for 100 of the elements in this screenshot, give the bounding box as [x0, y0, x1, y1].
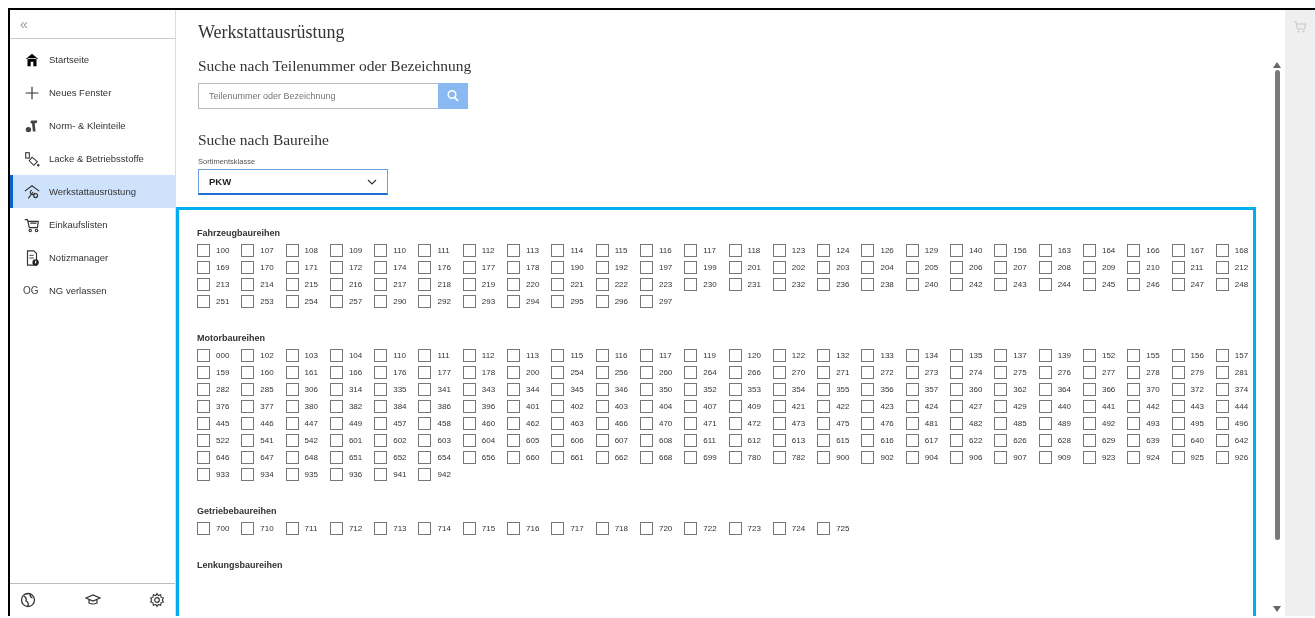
checkbox-option[interactable]: 472	[728, 416, 773, 431]
checkbox-option[interactable]: 170	[241, 260, 286, 275]
checkbox-option[interactable]: 133	[861, 348, 906, 363]
checkbox[interactable]	[950, 434, 964, 447]
checkbox-option[interactable]: 382	[329, 399, 375, 414]
checkbox[interactable]	[285, 451, 299, 464]
checkbox[interactable]	[595, 349, 609, 362]
checkbox-option[interactable]: 421	[772, 399, 818, 414]
checkbox-option[interactable]: 723	[728, 521, 773, 536]
checkbox-option[interactable]: 260	[639, 365, 685, 380]
checkbox-option[interactable]: 160	[241, 365, 286, 380]
checkbox[interactable]	[905, 434, 919, 447]
checkbox[interactable]	[817, 261, 831, 274]
checkbox-option[interactable]: 372	[1171, 382, 1216, 397]
checkbox[interactable]	[1082, 366, 1096, 379]
checkbox-option[interactable]: 401	[507, 399, 552, 414]
checkbox[interactable]	[551, 244, 565, 257]
checkbox[interactable]	[329, 468, 343, 481]
checkbox-option[interactable]: 493	[1127, 416, 1172, 431]
sidebar-item[interactable]: OG NG verlassen	[10, 274, 175, 307]
checkbox[interactable]	[1127, 244, 1141, 257]
checkbox[interactable]	[462, 400, 476, 413]
checkbox-option[interactable]: 356	[861, 382, 906, 397]
checkbox[interactable]	[197, 400, 210, 413]
sidebar-item[interactable]: Lacke & Betriebsstoffe	[10, 142, 175, 175]
checkbox-option[interactable]: 276	[1038, 365, 1083, 380]
checkbox-option[interactable]: 661	[551, 450, 596, 465]
checkbox-option[interactable]: 240	[905, 277, 951, 292]
sidebar-item[interactable]: Startseite	[10, 43, 175, 76]
checkbox-option[interactable]: 202	[772, 260, 818, 275]
checkbox-option[interactable]: 211	[1171, 260, 1216, 275]
checkbox-option[interactable]: 277	[1082, 365, 1128, 380]
checkbox[interactable]	[861, 400, 875, 413]
checkbox[interactable]	[1171, 366, 1185, 379]
checkbox[interactable]	[728, 400, 742, 413]
checkbox[interactable]	[197, 434, 210, 447]
checkbox-option[interactable]: 482	[950, 416, 995, 431]
checkbox-option[interactable]: 256	[595, 365, 640, 380]
checkbox-option[interactable]: 155	[1127, 348, 1172, 363]
checkbox[interactable]	[728, 366, 742, 379]
checkbox[interactable]	[639, 295, 653, 308]
checkbox[interactable]	[507, 522, 521, 535]
checkbox-option[interactable]: 111	[418, 243, 463, 258]
checkbox[interactable]	[772, 417, 786, 430]
checkbox-option[interactable]: 222	[595, 277, 640, 292]
checkbox-option[interactable]: 264	[684, 365, 729, 380]
checkbox[interactable]	[374, 366, 388, 379]
checkbox[interactable]	[241, 383, 255, 396]
checkbox[interactable]	[817, 451, 831, 464]
checkbox[interactable]	[241, 349, 255, 362]
checkbox-option[interactable]: 204	[861, 260, 906, 275]
checkbox[interactable]	[905, 417, 919, 430]
checkbox-option[interactable]: 926	[1215, 450, 1261, 465]
checkbox-option[interactable]: 362	[994, 382, 1039, 397]
checkbox-option[interactable]: 178	[462, 365, 508, 380]
checkbox[interactable]	[241, 295, 255, 308]
checkbox[interactable]	[197, 451, 210, 464]
checkbox[interactable]	[551, 383, 565, 396]
checkbox-option[interactable]: 370	[1127, 382, 1172, 397]
checkbox[interactable]	[462, 349, 476, 362]
checkbox[interactable]	[374, 451, 388, 464]
checkbox[interactable]	[285, 522, 299, 535]
checkbox-option[interactable]: 197	[639, 260, 685, 275]
checkbox-option[interactable]: 444	[1215, 399, 1261, 414]
checkbox-option[interactable]: 715	[462, 521, 508, 536]
checkbox[interactable]	[994, 400, 1008, 413]
checkbox[interactable]	[684, 522, 698, 535]
checkbox-option[interactable]: 177	[418, 365, 463, 380]
checkbox[interactable]	[329, 417, 343, 430]
checkbox-option[interactable]: 402	[551, 399, 596, 414]
checkbox-option[interactable]: 357	[905, 382, 951, 397]
checkbox-option[interactable]: 442	[1127, 399, 1172, 414]
checkbox-option[interactable]: 445	[197, 416, 242, 431]
checkbox[interactable]	[950, 451, 964, 464]
checkbox-option[interactable]: 710	[241, 521, 286, 536]
checkbox-option[interactable]: 646	[197, 450, 242, 465]
checkbox-option[interactable]: 116	[595, 348, 640, 363]
checkbox[interactable]	[817, 417, 831, 430]
checkbox[interactable]	[684, 349, 698, 362]
checkbox-option[interactable]: 119	[684, 348, 729, 363]
checkbox[interactable]	[1082, 349, 1096, 362]
checkbox[interactable]	[197, 468, 210, 481]
checkbox[interactable]	[1127, 451, 1141, 464]
checkbox-option[interactable]: 396	[462, 399, 508, 414]
checkbox-option[interactable]: 476	[861, 416, 906, 431]
checkbox-option[interactable]: 230	[684, 277, 729, 292]
checkbox[interactable]	[1171, 244, 1185, 257]
checkbox[interactable]	[374, 383, 388, 396]
checkbox[interactable]	[418, 295, 432, 308]
checkbox[interactable]	[197, 244, 210, 257]
checkbox[interactable]	[861, 383, 875, 396]
checkbox-option[interactable]: 354	[772, 382, 818, 397]
checkbox-option[interactable]: 215	[285, 277, 330, 292]
checkbox-option[interactable]: 626	[994, 433, 1039, 448]
checkbox[interactable]	[1082, 383, 1096, 396]
checkbox-option[interactable]: 248	[1215, 277, 1261, 292]
checkbox[interactable]	[197, 295, 210, 308]
checkbox-option[interactable]: 271	[817, 365, 862, 380]
checkbox[interactable]	[905, 383, 919, 396]
checkbox-option[interactable]: 941	[374, 467, 419, 482]
